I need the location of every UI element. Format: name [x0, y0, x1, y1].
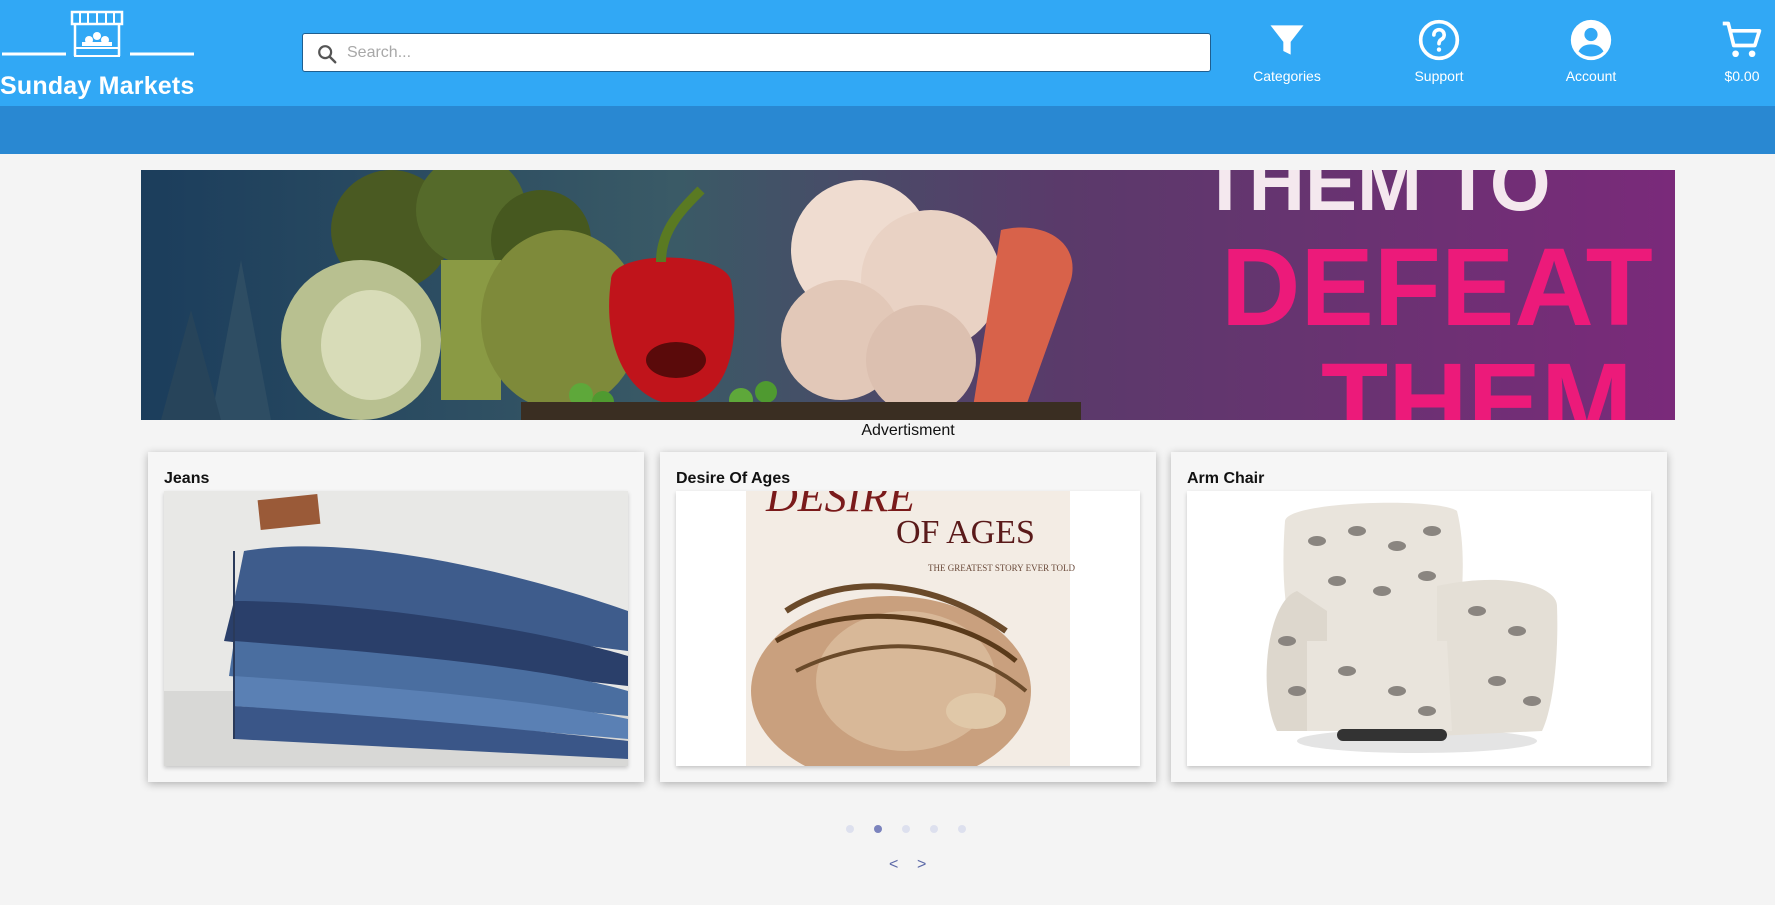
nav-categories[interactable]: Categories: [1232, 18, 1342, 88]
product-title: Desire Of Ages: [676, 470, 791, 487]
market-stall-icon: [2, 10, 194, 57]
nav-cart[interactable]: $0.00: [1707, 18, 1775, 88]
product-image-jeans[interactable]: [164, 491, 628, 766]
advertisement-banner[interactable]: THEM TO DEFEAT THEM: [141, 170, 1675, 420]
banner-text-top: THEM TO: [1201, 170, 1551, 227]
carousel-dot-4[interactable]: [930, 825, 938, 833]
filter-icon: [1270, 25, 1304, 55]
book-cover-illustration: DESIRE OF AGES THE GREATEST STORY EVER T…: [676, 491, 1140, 766]
sub-navigation-bar: [0, 106, 1775, 154]
top-header: Sunday Markets Categories Support Accoun…: [0, 0, 1775, 106]
cart-total: $0.00: [1724, 68, 1760, 84]
advertisement-caption: Advertisment: [861, 422, 955, 439]
arm-chair-illustration: [1187, 491, 1651, 766]
book-cover-tagline: THE GREATEST STORY EVER TOLD: [928, 563, 1076, 573]
book-cover-title: DESIRE: [765, 491, 915, 521]
search-icon: [318, 45, 337, 64]
nav-support-label: Support: [1414, 68, 1464, 84]
product-card-desire-of-ages[interactable]: Desire Of Ages DESIRE OF AGES THE GREATE…: [660, 452, 1156, 782]
carousel-dot-5[interactable]: [958, 825, 966, 833]
book-cover-subtitle: OF AGES: [896, 514, 1035, 551]
banner-text-bottom: THEM: [1321, 341, 1633, 420]
carousel-prev-button[interactable]: <: [889, 856, 898, 874]
search-bar: [302, 33, 1211, 72]
nav-support[interactable]: Support: [1384, 18, 1494, 88]
product-title: Arm Chair: [1187, 470, 1265, 487]
carousel-dot-1[interactable]: [846, 825, 854, 833]
carousel-next-button[interactable]: >: [917, 856, 926, 874]
jeans-illustration: [164, 491, 628, 766]
brand-name: Sunday Markets: [0, 72, 195, 100]
product-image-desire-of-ages[interactable]: DESIRE OF AGES THE GREATEST STORY EVER T…: [676, 491, 1140, 766]
nav-account[interactable]: Account: [1536, 18, 1646, 88]
shopping-cart-icon: [1722, 21, 1762, 58]
product-image-arm-chair[interactable]: [1187, 491, 1651, 766]
nav-account-label: Account: [1565, 68, 1617, 84]
carousel-dot-3[interactable]: [902, 825, 910, 833]
product-card-jeans[interactable]: Jeans: [148, 452, 644, 782]
account-circle-icon: [1570, 19, 1612, 61]
brand-logo[interactable]: Sunday Markets: [0, 8, 200, 100]
search-input[interactable]: [347, 38, 1197, 67]
help-circle-icon: [1418, 19, 1460, 61]
banner-text-mid: DEFEAT: [1221, 226, 1653, 349]
product-card-arm-chair[interactable]: Arm Chair: [1171, 452, 1667, 782]
banner-illustration: THEM TO DEFEAT THEM: [141, 170, 1675, 420]
carousel-dot-2[interactable]: [874, 825, 882, 833]
carousel-indicators: [846, 825, 966, 837]
nav-categories-label: Categories: [1253, 68, 1321, 84]
product-title: Jeans: [164, 470, 210, 487]
